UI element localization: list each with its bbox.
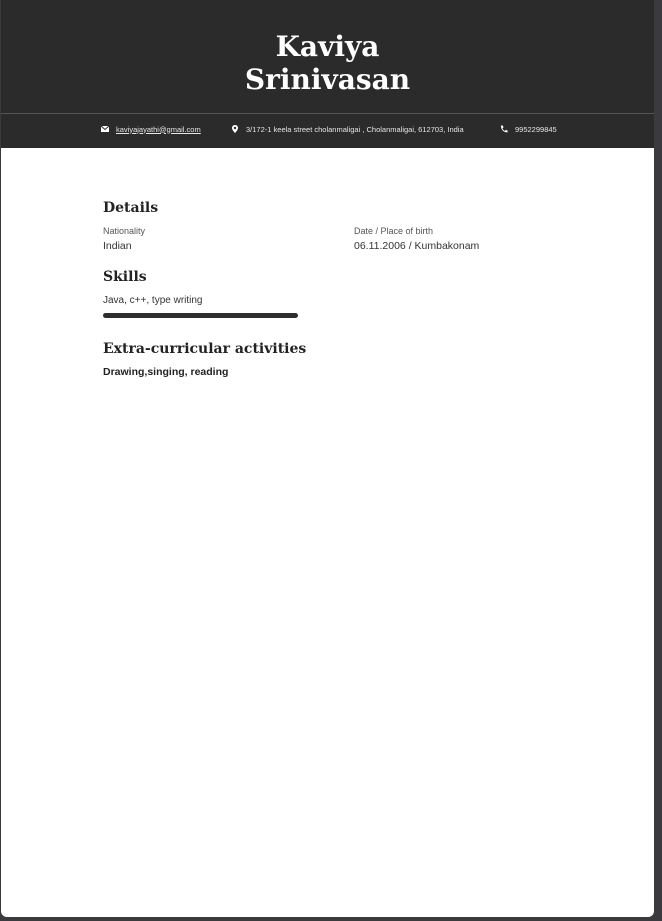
location-pin-icon [230,124,240,134]
birth-value: 06.11.2006 / Kumbakonam [354,240,480,252]
first-name: Kaviya [275,30,380,63]
contact-address: 3/172-1 keela street cholanmaligai , Cho… [230,121,464,137]
skill-level-bar [103,313,298,318]
details-title: Details [103,200,159,216]
skill-name: Java, c++, type writing [103,295,203,306]
nationality-label: Nationality [103,226,146,236]
last-name: Srinivasan [244,63,411,96]
activities-title: Extra-curricular activities [103,341,307,357]
address-text: 3/172-1 keela street cholanmaligai , Cho… [246,124,464,134]
skills-title: Skills [103,269,147,285]
nationality-value: Indian [103,240,132,252]
full-name: Kaviya Srinivasan [1,30,654,96]
resume-header: Kaviya Srinivasan kaviyajayathi@gmail.co… [1,0,654,148]
phone-icon [499,124,509,134]
phone-text: 9952299845 [515,124,557,134]
envelope-icon [100,124,110,134]
contact-phone: 9952299845 [499,121,557,137]
header-divider [1,113,654,114]
activities-text: Drawing,singing, reading [103,366,229,378]
email-link[interactable]: kaviyajayathi@gmail.com [116,125,201,134]
contact-email[interactable]: kaviyajayathi@gmail.com [100,121,201,137]
birth-label: Date / Place of birth [354,226,434,236]
resume-page: Kaviya Srinivasan kaviyajayathi@gmail.co… [1,0,654,917]
